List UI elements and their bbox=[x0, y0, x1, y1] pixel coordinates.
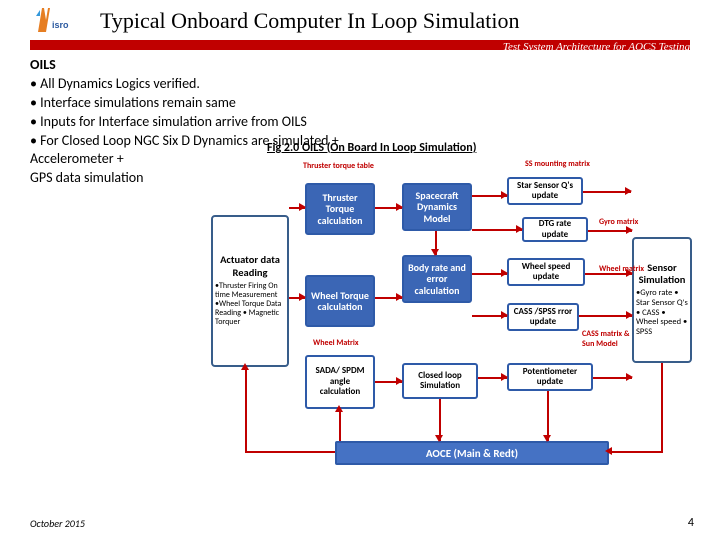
arrow-head-icon bbox=[335, 405, 343, 412]
arrow-head-icon bbox=[396, 377, 403, 385]
closedloop-box: Closed loop Simulation bbox=[402, 363, 478, 399]
dtg-box: DTG rate update bbox=[522, 217, 588, 242]
arrow-head-icon bbox=[501, 311, 508, 319]
figure-caption: Fig 2.0 OILS (On Board In Loop Simulatio… bbox=[267, 141, 476, 155]
arrow-head-icon bbox=[501, 373, 508, 381]
cass-box: CASS /SPSS rror update bbox=[507, 303, 579, 331]
wheel-calc-box: Wheel Torque calculation bbox=[305, 275, 375, 327]
arrow-head-icon bbox=[543, 435, 551, 442]
actuator-header: Actuator data Reading bbox=[215, 254, 285, 278]
svg-text:isro: isro bbox=[52, 20, 69, 30]
thruster-calc-box: Thruster Torque calculation bbox=[305, 183, 375, 235]
ssq-box: Star Sensor Q's update bbox=[507, 177, 583, 205]
sdm-box: Spacecraft Dynamics Model bbox=[402, 183, 472, 231]
oils-heading: OILS bbox=[30, 56, 370, 75]
oils-bullet: • Inputs for Interface simulation arrive… bbox=[30, 113, 370, 132]
arrow-head-icon bbox=[431, 249, 439, 256]
oils-bullet: • Interface simulations remain same bbox=[30, 94, 370, 113]
arrow-head-icon bbox=[516, 225, 523, 233]
wheelspd-box: Wheel speed update bbox=[507, 258, 585, 286]
arrow bbox=[583, 191, 631, 193]
arrow-head-icon bbox=[396, 203, 403, 211]
arrow-head-icon bbox=[501, 269, 508, 277]
arrow bbox=[339, 409, 341, 441]
arrow bbox=[609, 451, 663, 453]
arrow-head-icon bbox=[501, 191, 508, 199]
arrow-head-icon bbox=[435, 435, 443, 442]
actuator-box: Actuator data Reading •Thruster Firing O… bbox=[211, 215, 289, 367]
oils-diagram: Fig 2.0 OILS (On Board In Loop Simulatio… bbox=[247, 145, 692, 485]
aoce-box: AOCE (Main & Redt) bbox=[335, 441, 609, 465]
arrow-head-icon bbox=[626, 311, 633, 319]
slide-title: Typical Onboard Computer In Loop Simulat… bbox=[100, 8, 519, 34]
ss-matrix-label: SS mounting matrix bbox=[525, 159, 590, 169]
arrow bbox=[661, 363, 663, 453]
cass-sun-label: CASS matrix & Sun Model bbox=[582, 329, 642, 349]
footer-date: October 2015 bbox=[30, 517, 85, 530]
bodyrate-box: Body rate and error calculation bbox=[402, 255, 472, 303]
arrow-head-icon bbox=[241, 363, 249, 370]
arrow bbox=[547, 391, 549, 441]
arrow bbox=[245, 367, 247, 453]
sada-box: SADA/ SPDM angle calculation bbox=[305, 355, 375, 409]
arrow-head-icon bbox=[605, 447, 612, 455]
thruster-table-label: Thruster torque table bbox=[303, 161, 374, 171]
arrow-head-icon bbox=[625, 187, 632, 195]
pot-box: Potentiometer update bbox=[507, 363, 593, 391]
arrow-head-icon bbox=[626, 269, 633, 277]
isro-logo: isro bbox=[30, 6, 85, 34]
actuator-body: •Thruster Firing On time Measurement •Wh… bbox=[215, 282, 285, 328]
arrow bbox=[472, 229, 522, 231]
arrow-head-icon bbox=[299, 293, 306, 301]
arrow bbox=[579, 315, 632, 317]
sensor-body: •Gyro rate • Star Sensor Q's • CASS • Wh… bbox=[636, 289, 688, 338]
arrow-head-icon bbox=[626, 226, 633, 234]
arrow bbox=[585, 273, 632, 275]
wheel-small-label: Wheel Matrix bbox=[313, 338, 359, 348]
slide-subtitle: Test System Architecture for AOCS Testin… bbox=[503, 41, 690, 53]
arrow bbox=[245, 451, 335, 453]
oils-bullet: • All Dynamics Logics verified. bbox=[30, 75, 370, 94]
footer-page-number: 4 bbox=[688, 516, 694, 530]
arrow-head-icon bbox=[626, 373, 633, 381]
arrow-head-icon bbox=[396, 293, 403, 301]
arrow-head-icon bbox=[299, 203, 306, 211]
